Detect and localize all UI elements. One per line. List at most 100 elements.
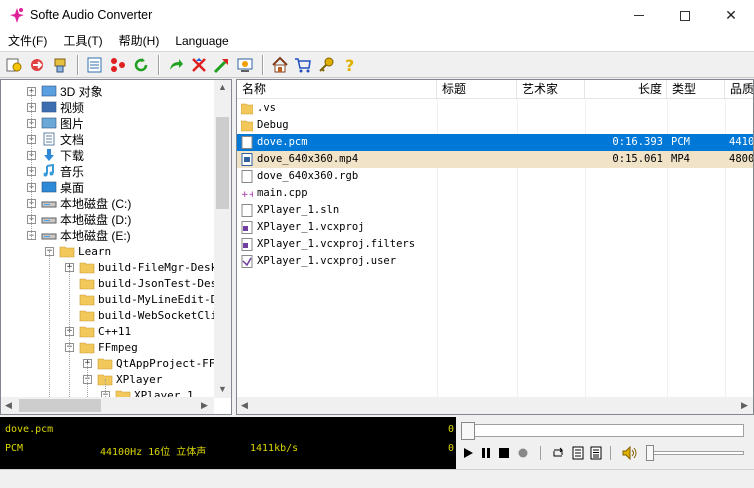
tree-vertical-scroll-thumb[interactable] xyxy=(216,117,229,209)
tree-item[interactable]: + QtAppProject-FFm xyxy=(83,355,222,371)
tree-item[interactable]: − FFmpeg xyxy=(65,339,138,355)
tree-item-label: 桌面 xyxy=(60,180,85,195)
home-button[interactable] xyxy=(269,54,291,76)
menu-tools[interactable]: 工具(T) xyxy=(55,31,110,51)
tree-item[interactable]: + 桌面 xyxy=(27,179,84,195)
column-header-name[interactable]: 名称 xyxy=(237,80,437,99)
tree-item[interactable]: + 音乐 xyxy=(27,163,84,179)
list-row[interactable]: Debug xyxy=(237,117,753,134)
help-button[interactable]: ? xyxy=(338,54,360,76)
menu-language[interactable]: Language xyxy=(167,31,236,51)
tree-item[interactable]: + C++11 xyxy=(65,323,131,339)
3d-objects-icon xyxy=(41,85,57,97)
scroll-right-icon[interactable]: ▶ xyxy=(741,400,748,411)
player-details: 44100Hz 16位 立体声 xyxy=(100,447,207,458)
column-header-length[interactable]: 长度 xyxy=(585,80,667,99)
playlist-loop-button[interactable] xyxy=(570,445,586,461)
folder-tree[interactable]: +3D 对象 + 视频 + 图片 + 文档 + 下载 + 音乐 + 桌面 + 本地磁盘 (C:) + 本地磁盘 … xyxy=(0,79,232,415)
list-row[interactable]: XPlayer_1.vcxproj xyxy=(237,219,753,236)
scroll-right-icon[interactable]: ▶ xyxy=(201,400,208,411)
repeat-button[interactable] xyxy=(550,445,566,461)
tree-item[interactable]: +3D 对象 xyxy=(27,83,103,99)
cell-artist xyxy=(519,117,583,134)
tree-horizontal-scrollbar[interactable]: ◀ ▶ xyxy=(1,397,214,414)
open-files-button[interactable] xyxy=(3,54,25,76)
cell-title xyxy=(439,168,515,185)
volume-slider[interactable] xyxy=(648,451,744,455)
cart-button[interactable] xyxy=(292,54,314,76)
volume-button[interactable] xyxy=(622,445,638,461)
list-row[interactable]: XPlayer_1.vcxproj.filters xyxy=(237,236,753,253)
tree-item[interactable]: − XPlayer xyxy=(83,371,162,387)
window-title: Softe Audio Converter xyxy=(30,8,153,22)
tree-item[interactable]: + 本地磁盘 (D:) xyxy=(27,211,131,227)
record-button[interactable] xyxy=(515,445,531,461)
tree-item[interactable]: + 文档 xyxy=(27,131,84,147)
tree-horizontal-scroll-thumb[interactable] xyxy=(19,399,101,412)
play-button[interactable] xyxy=(460,445,476,461)
close-button[interactable]: ✕ xyxy=(708,0,754,31)
cell-type xyxy=(671,168,723,185)
downloads-icon xyxy=(44,149,54,161)
player-info-display: dove.pcm PCM 44100Hz 16位 立体声 1411kb/s 0 … xyxy=(0,417,456,469)
toolbar-separator xyxy=(158,54,160,75)
tree-item[interactable]: build-MyLineEdit-De xyxy=(65,291,224,307)
menu-file[interactable]: 文件(F) xyxy=(0,31,55,51)
scroll-up-icon[interactable]: ▲ xyxy=(218,82,227,92)
playlist-button[interactable] xyxy=(588,445,604,461)
tree-item[interactable]: − 本地磁盘 (E:) xyxy=(27,227,131,243)
scroll-left-icon[interactable]: ◀ xyxy=(241,400,248,411)
move-button[interactable] xyxy=(188,54,210,76)
stop-button[interactable] xyxy=(496,445,512,461)
tree-item[interactable]: + 下载 xyxy=(27,147,84,163)
tree-vertical-scrollbar[interactable]: ▲ ▼ xyxy=(214,80,231,398)
tree-item[interactable]: − Learn xyxy=(45,243,111,259)
folder-icon xyxy=(79,262,95,274)
list-view-button[interactable] xyxy=(84,54,106,76)
tree-item[interactable]: build-JsonTest-Desk xyxy=(65,275,224,291)
list-row[interactable]: ++ main.cpp xyxy=(237,185,753,202)
minimize-button[interactable] xyxy=(616,0,662,31)
record-button[interactable] xyxy=(107,54,129,76)
scroll-down-icon[interactable]: ▼ xyxy=(218,384,227,394)
tree-item[interactable]: build-WebSocketClie xyxy=(65,307,224,323)
list-row[interactable]: dove.pcm 0:16.393 PCM 4410 xyxy=(237,134,753,151)
seek-slider-thumb[interactable] xyxy=(461,422,475,440)
scroll-left-icon[interactable]: ◀ xyxy=(5,400,12,411)
column-header-type[interactable]: 类型 xyxy=(667,80,725,99)
column-header-artist[interactable]: 艺术家 xyxy=(517,80,585,99)
refresh-button[interactable] xyxy=(130,54,152,76)
list-row[interactable]: dove_640x360.rgb xyxy=(237,168,753,185)
pause-button[interactable] xyxy=(478,445,494,461)
maximize-button[interactable] xyxy=(662,0,708,31)
menu-help[interactable]: 帮助(H) xyxy=(111,31,168,51)
seek-slider[interactable] xyxy=(461,424,744,437)
tree-item[interactable]: + 图片 xyxy=(27,115,84,131)
column-header-quality[interactable]: 品质 xyxy=(725,80,753,99)
list-row[interactable]: dove_640x360.mp4 0:15.061 MP4 4800 xyxy=(237,151,753,168)
download-button[interactable] xyxy=(49,54,71,76)
export-button[interactable] xyxy=(211,54,233,76)
column-header-title[interactable]: 标题 xyxy=(437,80,517,99)
list-row[interactable]: .vs xyxy=(237,100,753,117)
forward-button[interactable] xyxy=(165,54,187,76)
tree-item-label: FFmpeg xyxy=(98,340,138,354)
file-list[interactable]: 名称 标题 艺术家 长度 类型 品质 .vs Debug dove.pcm 0:16.… xyxy=(236,79,754,415)
convert-button[interactable] xyxy=(26,54,48,76)
list-row[interactable]: XPlayer_1.sln xyxy=(237,202,753,219)
volume-slider-thumb[interactable] xyxy=(646,445,654,461)
list-horizontal-scrollbar[interactable]: ◀ ▶ xyxy=(237,397,753,414)
list-row[interactable]: XPlayer_1.vcxproj.user xyxy=(237,253,753,270)
cell-length: 0:16.393 xyxy=(612,136,663,148)
web-button[interactable] xyxy=(234,54,256,76)
cart-icon xyxy=(295,57,311,72)
cell-name: .vs xyxy=(257,102,276,114)
tree-item[interactable]: + 本地磁盘 (C:) xyxy=(27,195,131,211)
menu-bar: 文件(F) 工具(T) 帮助(H) Language xyxy=(0,31,754,51)
tree-item[interactable]: + build-FileMgr-Deskt xyxy=(65,259,224,275)
drive-icon xyxy=(41,201,57,208)
cell-type xyxy=(671,253,723,270)
cell-quality xyxy=(729,219,753,236)
tree-item[interactable]: + 视频 xyxy=(27,99,84,115)
key-button[interactable] xyxy=(315,54,337,76)
